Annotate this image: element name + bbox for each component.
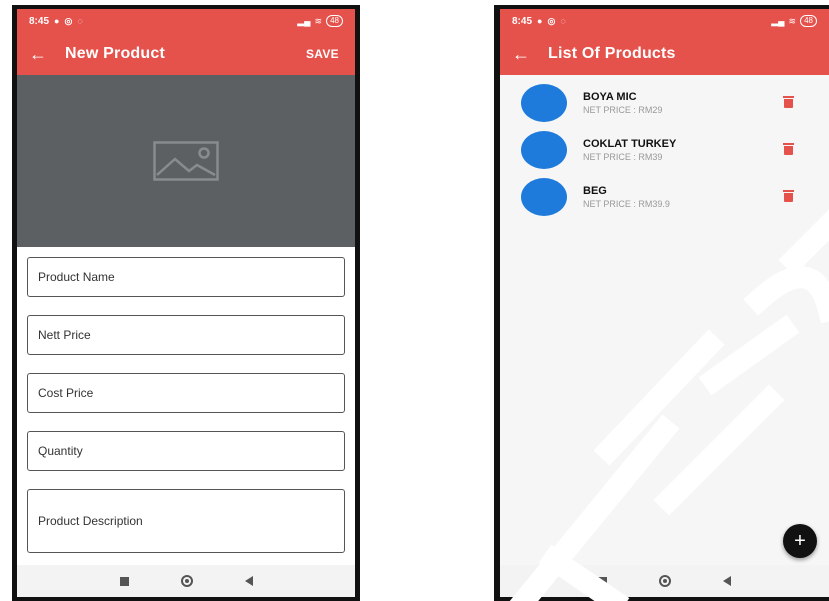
- phone-product-list: 8:45 ● ◎ ◌ ▂▄ ≋ 48 ← List Of Products BO…: [494, 5, 829, 601]
- status-time: 8:45: [512, 15, 533, 27]
- screen-product-list: 8:45 ● ◎ ◌ ▂▄ ≋ 48 ← List Of Products BO…: [500, 9, 829, 597]
- wifi-icon: ≋: [788, 15, 797, 26]
- app-bar: ← New Product SAVE: [17, 33, 355, 75]
- page-title: New Product: [65, 45, 165, 62]
- save-button[interactable]: SAVE: [306, 47, 343, 61]
- list-item[interactable]: COKLAT TURKEY NET PRICE : RM39: [500, 126, 829, 173]
- back-arrow-icon[interactable]: ←: [512, 45, 540, 63]
- list-item[interactable]: BOYA MIC NET PRICE : RM29: [500, 79, 829, 126]
- whatsapp-icon: ◌: [560, 15, 566, 26]
- avatar: [521, 130, 567, 169]
- nav-back-icon[interactable]: [723, 576, 731, 586]
- screen-new-product: 8:45 ● ◎ ◌ ▂▄ ≋ 48 ← New Product SAVE Pr…: [17, 9, 355, 597]
- product-image-picker[interactable]: [17, 75, 355, 247]
- whatsapp-icon: ◌: [77, 15, 83, 26]
- app-bar: ← List Of Products: [500, 33, 829, 75]
- notification-icon: ●: [537, 15, 543, 26]
- product-form: Product Name Nett Price Cost Price Quant…: [17, 247, 355, 553]
- product-description-field[interactable]: Product Description: [27, 489, 345, 553]
- quantity-field[interactable]: Quantity: [27, 431, 345, 471]
- avatar: [521, 177, 567, 216]
- delete-icon[interactable]: [783, 143, 794, 155]
- nav-recent-icon[interactable]: [119, 576, 129, 586]
- battery-icon: 48: [326, 15, 343, 27]
- add-product-button[interactable]: +: [783, 524, 817, 558]
- nett-price-field[interactable]: Nett Price: [27, 315, 345, 355]
- delete-icon[interactable]: [783, 96, 794, 108]
- product-list: BOYA MIC NET PRICE : RM29 COKLAT TURKEY …: [500, 75, 829, 220]
- delete-icon[interactable]: [783, 190, 794, 202]
- nav-home-icon[interactable]: [659, 575, 671, 587]
- image-icon: [153, 141, 219, 181]
- nav-home-icon[interactable]: [180, 575, 193, 587]
- instagram-icon: ◎: [547, 15, 556, 26]
- list-item[interactable]: BEG NET PRICE : RM39.9: [500, 173, 829, 220]
- status-bar: 8:45 ● ◎ ◌ ▂▄ ≋ 48: [17, 9, 355, 33]
- signal-icon: ▂▄: [771, 15, 785, 26]
- signal-icon: ▂▄: [297, 15, 311, 26]
- wifi-icon: ≋: [314, 15, 323, 26]
- system-nav-bar: [17, 565, 355, 597]
- back-arrow-icon[interactable]: ←: [29, 45, 57, 63]
- status-bar: 8:45 ● ◎ ◌ ▂▄ ≋ 48: [500, 9, 829, 33]
- cost-price-field[interactable]: Cost Price: [27, 373, 345, 413]
- avatar: [521, 83, 567, 122]
- page: 8:45 ● ◎ ◌ ▂▄ ≋ 48 ← New Product SAVE Pr…: [0, 0, 829, 601]
- battery-icon: 48: [800, 15, 817, 27]
- instagram-icon: ◎: [64, 15, 73, 26]
- phone-new-product: 8:45 ● ◎ ◌ ▂▄ ≋ 48 ← New Product SAVE Pr…: [12, 5, 360, 601]
- product-name-field[interactable]: Product Name: [27, 257, 345, 297]
- notification-icon: ●: [54, 15, 60, 26]
- nav-back-icon[interactable]: [244, 576, 253, 586]
- status-time: 8:45: [29, 15, 50, 27]
- page-title: List Of Products: [548, 45, 676, 62]
- nav-recent-icon[interactable]: [598, 576, 607, 586]
- system-nav-bar: [500, 565, 829, 597]
